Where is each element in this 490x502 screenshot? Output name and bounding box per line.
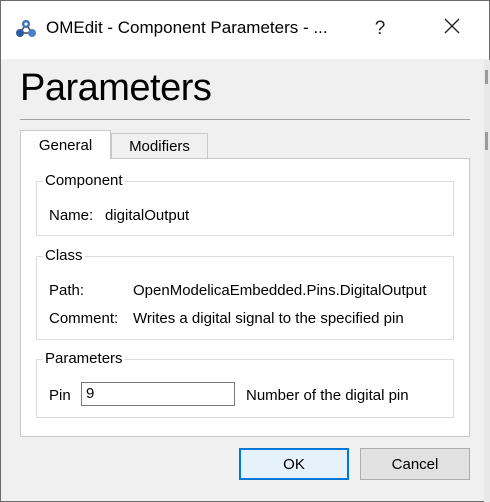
component-group-legend: Component	[43, 172, 125, 189]
class-group-legend: Class	[43, 247, 85, 264]
path-value: OpenModelicaEmbedded.Pins.DigitalOutput	[133, 282, 427, 299]
path-label: Path:	[49, 282, 85, 299]
ok-button[interactable]: OK	[239, 448, 349, 480]
pin-label: Pin	[49, 387, 71, 404]
name-label: Name:	[49, 207, 94, 224]
cancel-button[interactable]: Cancel	[360, 448, 470, 480]
dialog-window: OMEdit - Component Parameters - ... ? Pa…	[0, 0, 490, 502]
parameters-group-legend: Parameters	[43, 350, 125, 367]
background-window-edge	[484, 60, 490, 502]
pin-description: Number of the digital pin	[246, 387, 409, 404]
tab-modifiers[interactable]: Modifiers	[111, 133, 208, 159]
help-button[interactable]: ?	[357, 9, 403, 49]
title-bar[interactable]: OMEdit - Component Parameters - ... ?	[1, 1, 489, 59]
name-value: digitalOutput	[105, 207, 190, 224]
tab-general[interactable]: General	[20, 130, 111, 159]
window-title: OMEdit - Component Parameters - ...	[46, 18, 328, 37]
header-divider	[20, 119, 470, 120]
help-icon: ?	[374, 18, 386, 39]
comment-value: Writes a digital signal to the specified…	[133, 310, 404, 327]
omedit-app-icon	[14, 18, 38, 40]
comment-label: Comment:	[49, 310, 119, 327]
close-button[interactable]	[429, 9, 475, 49]
component-group: Component	[36, 172, 454, 236]
pin-input[interactable]: 9	[81, 382, 235, 406]
close-icon	[444, 18, 460, 40]
page-title: Parameters	[20, 67, 212, 109]
